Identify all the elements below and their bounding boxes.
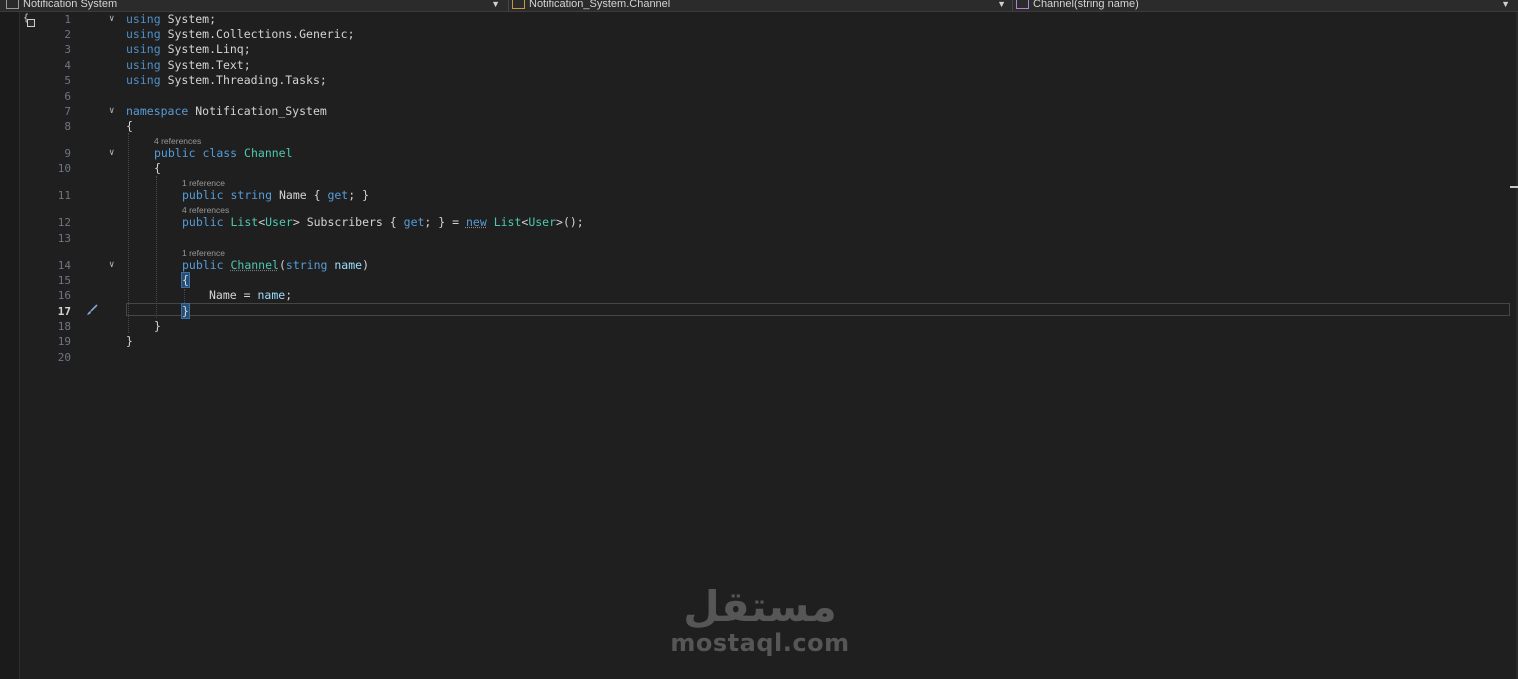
code-text: public string Name { get; } bbox=[182, 188, 370, 202]
code-line: 7 ∨ namespace Notification_System bbox=[0, 104, 1518, 119]
code-text: public class Channel bbox=[154, 146, 293, 160]
code-text: using System.Threading.Tasks; bbox=[126, 73, 327, 87]
watermark-arabic: مستقل bbox=[683, 582, 837, 631]
line-number: 10 bbox=[57, 162, 71, 175]
watermark-logo: مستقل mostaql.com bbox=[660, 585, 860, 665]
chevron-down-icon: ▼ bbox=[491, 0, 500, 9]
code-editor[interactable]: 1 ∨ using System; 2 using System.Collect… bbox=[0, 12, 1518, 679]
code-text: } bbox=[181, 303, 190, 319]
code-line: 2 using System.Collections.Generic; bbox=[0, 27, 1518, 42]
type-label: Notification_System.Channel bbox=[529, 0, 671, 10]
line-number: 19 bbox=[57, 335, 71, 348]
code-line: 19 } bbox=[0, 334, 1518, 349]
code-line: 12 public List<User> Subscribers { get; … bbox=[0, 215, 1518, 230]
code-text: namespace Notification_System bbox=[126, 104, 327, 118]
project-label: Notification System bbox=[23, 0, 118, 10]
code-text: public List<User> Subscribers { get; } =… bbox=[182, 215, 584, 229]
project-dropdown[interactable]: Notification System ▼ bbox=[6, 0, 504, 11]
codelens-references[interactable]: 1 reference bbox=[182, 248, 225, 258]
line-number: 15 bbox=[57, 274, 71, 287]
member-label: Channel(string name) bbox=[1033, 0, 1139, 10]
line-number: 7 bbox=[64, 105, 71, 118]
line-number: 11 bbox=[57, 189, 71, 202]
navigation-bar: Notification System ▼ Notification_Syste… bbox=[0, 0, 1518, 12]
code-text: } bbox=[126, 334, 133, 348]
chevron-down-icon: ▼ bbox=[1501, 0, 1510, 9]
line-number: 14 bbox=[57, 259, 71, 272]
project-icon bbox=[6, 0, 19, 10]
code-line: 4 using System.Text; bbox=[0, 58, 1518, 73]
divider bbox=[508, 0, 509, 11]
code-line: 14 ∨ public Channel(string name) bbox=[0, 258, 1518, 273]
code-text: using System.Text; bbox=[126, 58, 251, 72]
code-line: 15 { bbox=[0, 272, 1518, 288]
line-number: 12 bbox=[57, 216, 71, 229]
chevron-down-icon[interactable]: ∨ bbox=[109, 12, 119, 27]
code-line: 6 bbox=[0, 89, 1518, 104]
code-line: 9 ∨ public class Channel bbox=[0, 146, 1518, 161]
chevron-down-icon[interactable]: ∨ bbox=[109, 146, 119, 161]
code-text: } bbox=[154, 319, 161, 333]
line-number: 6 bbox=[64, 90, 71, 103]
code-text: public Channel(string name) bbox=[182, 258, 370, 272]
code-line: 10 { bbox=[0, 161, 1518, 176]
code-line: 5 using System.Threading.Tasks; bbox=[0, 73, 1518, 88]
code-line: 11 public string Name { get; } bbox=[0, 188, 1518, 203]
code-line: 3 using System.Linq; bbox=[0, 42, 1518, 57]
line-number: 1 bbox=[64, 13, 71, 26]
code-line: 20 bbox=[0, 350, 1518, 365]
member-dropdown[interactable]: Channel(string name) ▼ bbox=[1016, 0, 1514, 11]
code-text: { bbox=[181, 272, 190, 288]
watermark-latin: mostaql.com bbox=[670, 629, 850, 657]
brace-match: } bbox=[181, 303, 190, 319]
line-number: 8 bbox=[64, 120, 71, 133]
code-line: 16 Name = name; bbox=[0, 288, 1518, 303]
line-number: 20 bbox=[57, 351, 71, 364]
line-number: 16 bbox=[57, 289, 71, 302]
code-text: using System.Linq; bbox=[126, 42, 251, 56]
chevron-down-icon[interactable]: ∨ bbox=[109, 104, 119, 119]
chevron-down-icon: ▼ bbox=[997, 0, 1006, 9]
code-text: { bbox=[126, 119, 133, 133]
code-text: using System; bbox=[126, 12, 217, 26]
line-number: 18 bbox=[57, 320, 71, 333]
code-text: Name = name; bbox=[209, 288, 293, 302]
line-number: 9 bbox=[64, 147, 71, 160]
method-icon bbox=[1016, 0, 1029, 10]
type-dropdown[interactable]: Notification_System.Channel ▼ bbox=[512, 0, 1010, 11]
code-line: 8 { bbox=[0, 119, 1518, 134]
class-icon bbox=[512, 0, 525, 10]
line-number: 17 bbox=[57, 305, 71, 318]
code-line: 18 } bbox=[0, 319, 1518, 334]
codelens-references[interactable]: 4 references bbox=[154, 136, 201, 146]
line-number: 13 bbox=[57, 232, 71, 245]
code-text: using System.Collections.Generic; bbox=[126, 27, 355, 41]
code-line: 1 ∨ using System; bbox=[0, 12, 1518, 27]
line-number: 3 bbox=[64, 43, 71, 56]
line-number: 5 bbox=[64, 74, 71, 87]
code-text: { bbox=[154, 161, 161, 175]
codelens-references[interactable]: 4 references bbox=[182, 205, 229, 215]
brace-match: { bbox=[181, 272, 190, 288]
line-number: 2 bbox=[64, 28, 71, 41]
code-line-current: 17 } bbox=[0, 303, 1518, 319]
line-number: 4 bbox=[64, 59, 71, 72]
divider bbox=[1012, 0, 1013, 11]
code-line: 13 bbox=[0, 231, 1518, 246]
chevron-down-icon[interactable]: ∨ bbox=[109, 258, 119, 273]
codelens-references[interactable]: 1 reference bbox=[182, 178, 225, 188]
